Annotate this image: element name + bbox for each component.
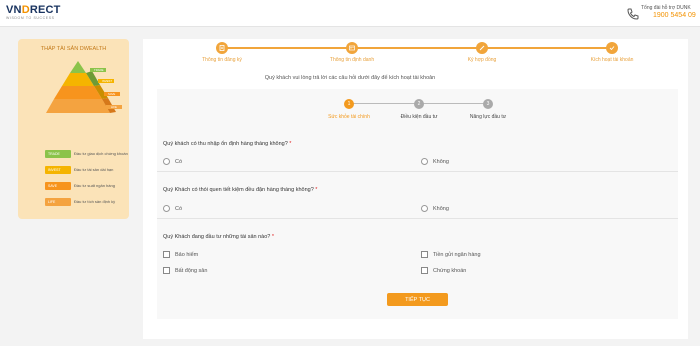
question-saving: Quý Khách có thói quen tiết kiệm đều đặn…: [163, 187, 318, 193]
legend-text-save: Đầu tư suất ngân hàng: [74, 183, 115, 188]
step-1-circle: [216, 42, 228, 54]
step-3-circle: [476, 42, 488, 54]
pyramid-label-life: LIFE: [111, 105, 117, 109]
step-4-circle: [606, 42, 618, 54]
dwealth-card: THÁP TÀI SẢN DWEALTH TRADE INVEST SAVE L…: [18, 39, 129, 219]
checkbox[interactable]: [421, 251, 428, 258]
logo-tagline: WISDOM TO SUCCESS: [6, 16, 55, 20]
legend-text-trade: Đầu tư giao dịch chứng khoán: [74, 151, 128, 156]
id-card-icon: [349, 45, 355, 51]
option-saving-yes[interactable]: Có: [163, 205, 182, 212]
question-assets: Quý Khách đang đầu tư những tài sản nào?…: [163, 234, 275, 240]
substep-3-circle: 3: [483, 99, 493, 109]
pyramid-label-trade: TRADE: [94, 68, 104, 72]
option-label: Có: [175, 205, 183, 212]
option-securities[interactable]: Chứng khoán: [421, 267, 466, 274]
legend-item-save: SAVE Đầu tư suất ngân hàng: [45, 181, 115, 190]
pen-icon: [479, 45, 485, 51]
checkbox[interactable]: [421, 267, 428, 274]
option-label: Bất động sản: [175, 267, 208, 274]
option-label: Không: [433, 158, 449, 165]
step-1-label: Thông tin đăng ký: [202, 57, 242, 63]
logo-wordmark: VNDRECT: [6, 4, 61, 16]
phone-icon: [627, 8, 639, 20]
substep-2-circle: 2: [414, 99, 424, 109]
dwealth-title: THÁP TÀI SẢN DWEALTH: [40, 46, 107, 52]
radio-button[interactable]: [421, 158, 428, 165]
substep-1-circle: 1: [344, 99, 354, 109]
legend-tag-life: LIFE: [45, 197, 71, 206]
question-income: Quý khách có thu nhập ổn định hàng tháng…: [163, 141, 292, 147]
legend-item-trade: TRADE Đầu tư giao dịch chứng khoán: [45, 149, 128, 158]
step-2-label: Thông tin định danh: [329, 57, 375, 63]
substep-1-label: Sức khỏe tài chính: [328, 114, 370, 120]
step-2-circle: [346, 42, 358, 54]
questionnaire-card: [157, 89, 678, 319]
option-label: Chứng khoán: [433, 267, 467, 274]
option-label: Có: [175, 158, 183, 165]
substep-2-label: Điều kiện đầu tư: [400, 114, 438, 120]
legend-item-invest: INVEST Đầu tư tài sản dài hạn: [45, 165, 113, 174]
option-label: Tiền gửi ngân hàng: [433, 251, 481, 258]
legend-tag-trade: TRADE: [45, 149, 71, 158]
legend-item-life: LIFE Đầu tư tích sản định kỳ: [45, 197, 115, 206]
option-income-yes[interactable]: Có: [163, 158, 182, 165]
option-saving-no[interactable]: Không: [421, 205, 449, 212]
radio-button[interactable]: [421, 205, 428, 212]
check-icon: [609, 46, 615, 51]
substep-3-label: Năng lực đầu tư: [469, 114, 507, 120]
step-3-label: Ký hợp đồng: [467, 57, 497, 63]
step-4-label: Kích hoạt tài khoản: [590, 57, 634, 63]
checkbox[interactable]: [163, 267, 170, 274]
legend-text-invest: Đầu tư tài sản dài hạn: [74, 167, 114, 172]
legend-tag-invest: INVEST: [45, 165, 71, 174]
option-label: Không: [433, 205, 449, 212]
option-bank-deposit[interactable]: Tiền gửi ngân hàng: [421, 251, 481, 258]
radio-button[interactable]: [163, 158, 170, 165]
option-label: Bảo hiểm: [175, 251, 199, 258]
checkbox[interactable]: [163, 251, 170, 258]
document-icon: [219, 45, 225, 51]
progress-line: [222, 47, 612, 49]
pyramid-label-save: SAVE: [108, 92, 115, 96]
legend-tag-save: SAVE: [45, 181, 71, 190]
continue-button[interactable]: TIẾP TỤC: [387, 293, 448, 306]
option-insurance[interactable]: Bảo hiểm: [163, 251, 198, 258]
option-real-estate[interactable]: Bất động sản: [163, 267, 207, 274]
hotline-label: Tổng đài hỗ trợ DUNK: [641, 5, 691, 11]
vndirect-logo[interactable]: VNDRECT WISDOM TO SUCCESS: [6, 4, 70, 22]
wealth-pyramid-illustration: TRADE INVEST SAVE LIFE: [46, 61, 122, 113]
legend-text-life: Đầu tư tích sản định kỳ: [74, 199, 116, 204]
radio-button[interactable]: [163, 205, 170, 212]
divider: [157, 218, 678, 219]
top-header: VNDRECT WISDOM TO SUCCESS Tổng đài hỗ tr…: [0, 0, 700, 27]
divider: [157, 171, 678, 172]
hotline-number[interactable]: 1900 5454 09: [653, 12, 696, 19]
intro-text: Quý khách vui lòng trả lời các câu hỏi d…: [264, 75, 436, 81]
option-income-no[interactable]: Không: [421, 158, 449, 165]
